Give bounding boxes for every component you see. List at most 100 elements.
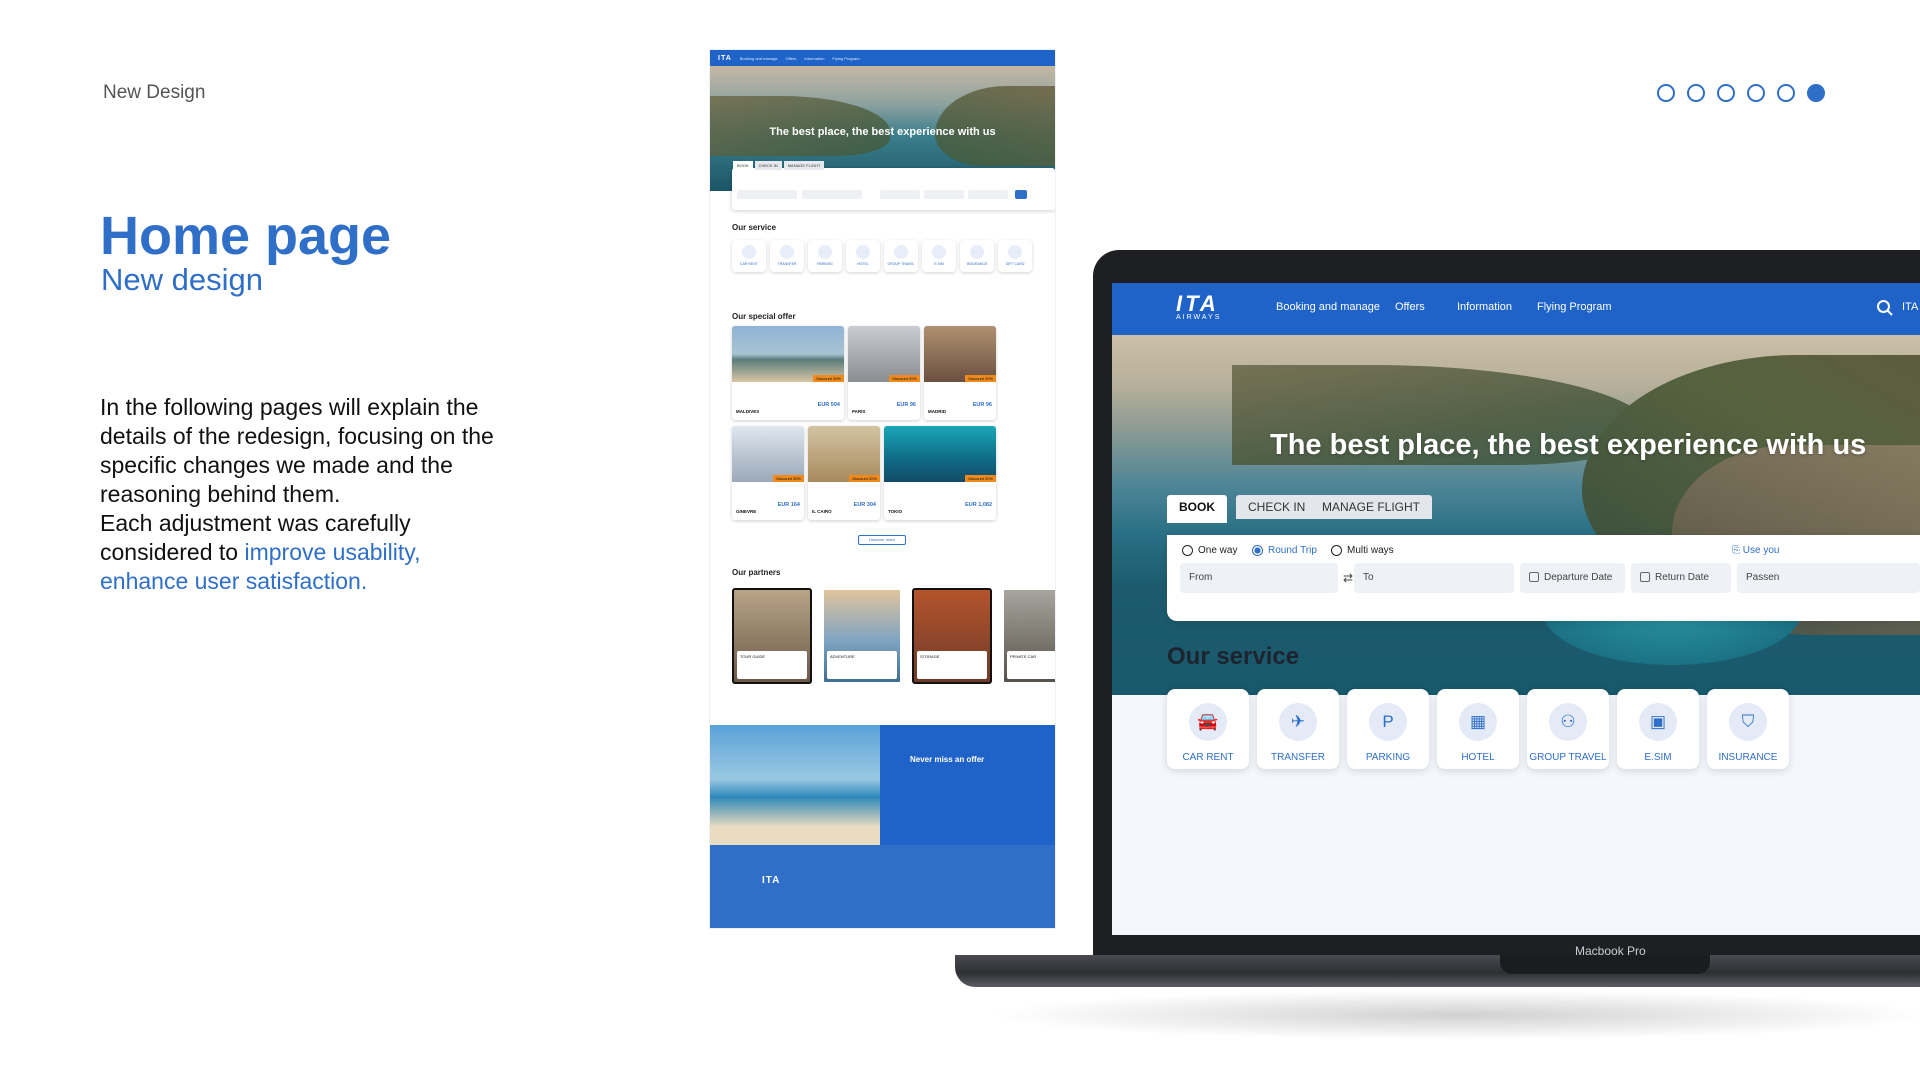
search-icon[interactable]	[1876, 299, 1894, 317]
tab-book[interactable]: BOOK	[1167, 495, 1227, 523]
mock-field[interactable]	[924, 190, 964, 199]
nav-booking[interactable]: Booking and manage	[1276, 301, 1380, 313]
mock-offer-card[interactable]: Discount 30% EUR 504 MALDIVES	[732, 326, 844, 420]
plane-icon	[780, 245, 794, 259]
discount-badge: Discount 20%	[849, 474, 880, 482]
discount-badge: Discount 30%	[773, 474, 804, 482]
service-card-group-travel[interactable]: ⚇ GROUP TRAVEL	[1527, 689, 1609, 769]
use-link-label: Use you	[1742, 545, 1780, 556]
partner-label: TOUR GUIDE	[737, 651, 807, 679]
mock-service-card[interactable]: HOTEL	[846, 240, 880, 272]
pagination-dot[interactable]	[1657, 84, 1675, 102]
offer-price: EUR 504	[817, 402, 840, 408]
radio-one-way[interactable]: One way	[1182, 545, 1237, 556]
mock-search-button[interactable]	[1015, 190, 1027, 199]
nav-offers[interactable]: Offers	[1395, 301, 1425, 313]
nav-flying-program[interactable]: Flying Program	[1537, 301, 1612, 313]
mock-service-label: HOTEL	[857, 262, 869, 266]
mock-field[interactable]	[737, 190, 797, 199]
mock-service-card[interactable]: E.SIM	[922, 240, 956, 272]
service-label: CAR RENT	[1182, 752, 1234, 763]
service-card-insurance[interactable]: ⛉ INSURANCE	[1707, 689, 1789, 769]
mock-service-card[interactable]: GIFT CARD	[998, 240, 1032, 272]
passengers-field[interactable]: Passen	[1737, 563, 1920, 593]
mock-service-card[interactable]: CAR RENT	[732, 240, 766, 272]
departure-label: Departure Date	[1544, 572, 1613, 583]
mock-nav-item[interactable]: Information	[804, 56, 824, 61]
discount-badge: Discount 20%	[965, 474, 996, 482]
partner-label: ADVENTURE	[827, 651, 897, 679]
discover-more-button[interactable]: Discover more	[858, 535, 906, 545]
service-card-car-rent[interactable]: 🚘 CAR RENT	[1167, 689, 1249, 769]
pagination-dot[interactable]	[1717, 84, 1735, 102]
shield-icon	[970, 245, 984, 259]
mock-nav-item[interactable]: Booking and manage	[740, 56, 778, 61]
tab-check-in[interactable]: CHECK IN	[1236, 495, 1318, 519]
sim-icon: ▣	[1639, 703, 1677, 741]
offer-price: EUR 164	[777, 502, 800, 508]
mock-service-label: GROUP TRAVEL	[887, 262, 915, 266]
offer-city: MADRID	[928, 409, 946, 414]
description-accent: improve usability,	[244, 539, 421, 565]
radio-round-trip[interactable]: Round Trip	[1252, 545, 1317, 556]
mock-offer-card[interactable]: Discount 20% EUR 96 PARIS	[848, 326, 920, 420]
partner-card[interactable]: ADVENTURE	[822, 588, 902, 684]
radio-circle	[1331, 545, 1342, 556]
partner-card[interactable]: TOUR GUIDE	[732, 588, 812, 684]
car-icon	[742, 245, 756, 259]
use-miles-link[interactable]: ⎘ Use you	[1732, 545, 1779, 556]
nav-information[interactable]: Information	[1457, 301, 1512, 313]
mock-navbar: ITA Booking and manage Offers Informatio…	[710, 50, 1055, 66]
partner-card[interactable]: STORAGE	[912, 588, 992, 684]
mock-field[interactable]	[968, 190, 1008, 199]
brand-logo[interactable]: ITA AIRWAYS	[1176, 293, 1221, 322]
mock-tab[interactable]: MANAGE FLIGHT	[783, 161, 825, 170]
radio-circle	[1252, 545, 1263, 556]
swap-icon[interactable]: ⇄	[1343, 571, 1353, 585]
laptop-screen: ITA AIRWAYS Booking and manage Offers In…	[1112, 283, 1920, 935]
mock-tab[interactable]: BOOK	[733, 161, 753, 170]
mock-field[interactable]	[802, 190, 862, 199]
pagination-dot[interactable]	[1777, 84, 1795, 102]
mock-offer-card[interactable]: Discount 20% EUR 304 IL CAIRO	[808, 426, 880, 520]
radio-label: Multi ways	[1347, 545, 1394, 556]
service-card-parking[interactable]: P PARKING	[1347, 689, 1429, 769]
mock-service-card[interactable]: INSURANCE	[960, 240, 994, 272]
mock-service-card[interactable]: GROUP TRAVEL	[884, 240, 918, 272]
language-selector[interactable]: ITA	[1902, 301, 1918, 313]
mock-service-card[interactable]: PARKING	[808, 240, 842, 272]
pagination-dot[interactable]	[1747, 84, 1765, 102]
sim-icon	[932, 245, 946, 259]
radio-multi-ways[interactable]: Multi ways	[1331, 545, 1394, 556]
departure-date-field[interactable]: Departure Date	[1520, 563, 1625, 593]
description-line: In the following pages will explain the	[100, 394, 479, 420]
offer-city: TOKIO	[888, 509, 903, 514]
return-date-field[interactable]: Return Date	[1631, 563, 1731, 593]
tab-manage-flight[interactable]: MANAGE FLIGHT	[1310, 495, 1433, 519]
mock-search-box	[732, 168, 1055, 210]
mock-offer-card[interactable]: Discount 20% EUR 1,082 TOKIO	[884, 426, 996, 520]
service-card-hotel[interactable]: ▦ HOTEL	[1437, 689, 1519, 769]
mock-offer-card[interactable]: Discount 20% EUR 96 MADRID	[924, 326, 996, 420]
mock-service-card[interactable]: TRANSFER	[770, 240, 804, 272]
description-line: Each adjustment was carefully	[100, 510, 411, 536]
mock-nav-item[interactable]: Offers	[786, 56, 797, 61]
partner-card[interactable]: PRIVATE CAR	[1002, 588, 1055, 684]
mock-nav-item[interactable]: Flying Program	[832, 56, 859, 61]
service-card-esim[interactable]: ▣ E.SIM	[1617, 689, 1699, 769]
mock-offer-card[interactable]: Discount 30% EUR 164 GINEVRE	[732, 426, 804, 520]
mock-service-title: Our service	[732, 223, 777, 232]
offer-city: MALDIVES	[736, 409, 760, 414]
mock-field[interactable]	[880, 190, 920, 199]
mock-newsletter: Never miss an offer	[710, 725, 1055, 845]
mock-tab[interactable]: CHECK IN	[754, 161, 782, 170]
kicker-label: New Design	[103, 82, 206, 103]
hotel-icon	[856, 245, 870, 259]
pagination-dot-active[interactable]	[1807, 84, 1825, 102]
to-field[interactable]: To	[1354, 563, 1514, 593]
from-field[interactable]: From	[1180, 563, 1338, 593]
laptop-base	[955, 955, 1920, 987]
mock-logo: ITA	[718, 54, 732, 62]
pagination-dot[interactable]	[1687, 84, 1705, 102]
service-card-transfer[interactable]: ✈ TRANSFER	[1257, 689, 1339, 769]
